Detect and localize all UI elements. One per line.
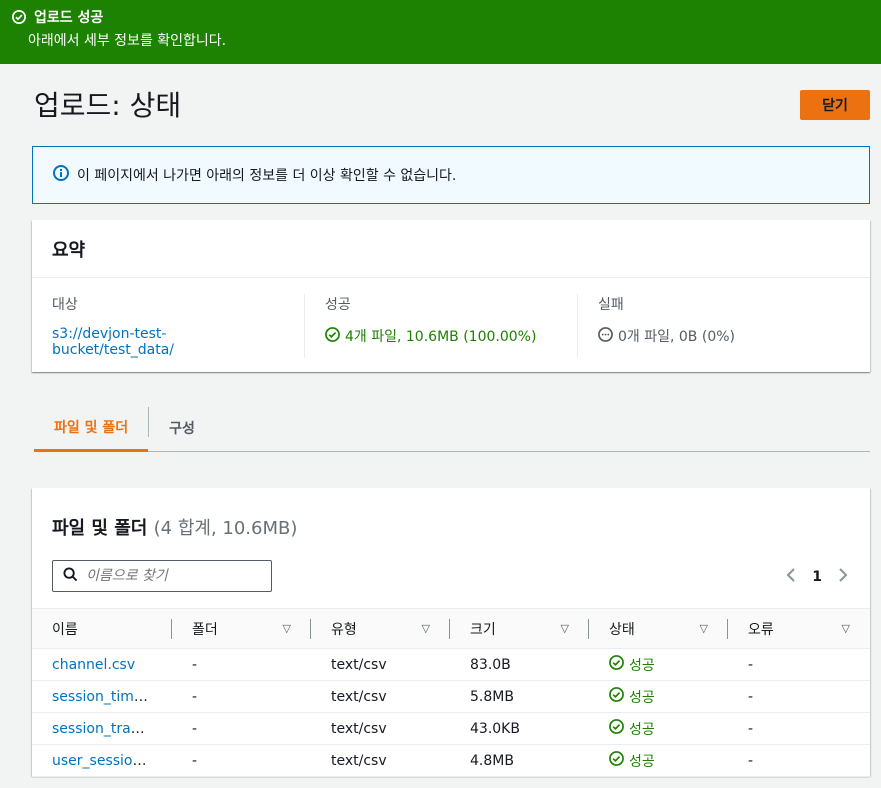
column-label: 상태 — [609, 621, 635, 638]
success-value: 4개 파일, 10.6MB (100.00%) — [345, 329, 537, 345]
summary-target: 대상 s3://devjon-test-bucket/test_data/ — [52, 294, 304, 358]
fail-value: 0개 파일, 0B (0%) — [618, 329, 735, 345]
folder-cell: - — [172, 744, 311, 777]
column-header-error[interactable]: 오류 ▽ — [728, 608, 870, 649]
column-label: 오류 — [748, 621, 774, 638]
flash-message: 아래에서 세부 정보를 확인합니다. — [28, 33, 227, 49]
status-text: 성공 — [629, 753, 655, 770]
summary-fail: 실패 0개 파일, 0B (0%) — [577, 294, 850, 358]
table-row: user_session… - text/csv 4.8MB 성공 - — [32, 744, 870, 777]
status-text: 성공 — [629, 689, 655, 706]
files-title: 파일 및 폴더 — [52, 518, 148, 539]
files-table: 이름 폴더 ▽ 유형 ▽ 크기 ▽ 상태 ▽ 오류 ▽ channel.csv - tex… — [32, 608, 870, 777]
check-circle-icon — [325, 326, 340, 346]
column-header-status[interactable]: 상태 ▽ — [589, 608, 728, 649]
column-header-name[interactable]: 이름 — [32, 608, 172, 649]
table-row: channel.csv - text/csv 83.0B 성공 - — [32, 648, 870, 681]
type-cell: text/csv — [311, 712, 450, 745]
file-name-link[interactable]: session_trans… — [52, 721, 161, 737]
file-name-link[interactable]: channel.csv — [52, 657, 135, 673]
column-label: 이름 — [52, 621, 78, 638]
error-cell: - — [728, 648, 870, 681]
check-circle-icon — [609, 655, 624, 674]
files-container: 파일 및 폴더 (4 합계, 10.6MB) 1 이름 폴더 ▽ 유형 ▽ 크기 ▽ … — [32, 488, 870, 777]
close-button[interactable]: 닫기 — [800, 90, 870, 120]
search-field[interactable] — [52, 560, 272, 592]
type-cell: text/csv — [311, 680, 450, 713]
error-cell: - — [728, 744, 870, 777]
status-text: 성공 — [629, 657, 655, 674]
size-cell: 43.0KB — [450, 712, 589, 745]
status-cell: 성공 — [589, 680, 728, 713]
pagination: 1 — [786, 566, 848, 587]
folder-cell: - — [172, 648, 311, 681]
check-circle-icon — [12, 10, 26, 24]
files-header: 파일 및 폴더 (4 합계, 10.6MB) — [32, 488, 870, 540]
search-input[interactable] — [86, 568, 256, 584]
search-icon — [63, 566, 78, 586]
summary-title: 요약 — [32, 220, 870, 278]
table-row: session_time… - text/csv 5.8MB 성공 - — [32, 680, 870, 713]
summary-success: 성공 4개 파일, 10.6MB (100.00%) — [304, 294, 577, 358]
flash-title: 업로드 성공 — [34, 10, 104, 26]
column-label: 유형 — [331, 621, 357, 638]
status-cell: 성공 — [589, 648, 728, 681]
column-label: 크기 — [470, 621, 496, 638]
sort-caret-icon: ▽ — [282, 622, 291, 635]
summary-container: 요약 대상 s3://devjon-test-bucket/test_data/… — [32, 220, 870, 372]
info-text: 이 페이지에서 나가면 아래의 정보를 더 이상 확인할 수 없습니다. — [77, 168, 457, 184]
info-alert: 이 페이지에서 나가면 아래의 정보를 더 이상 확인할 수 없습니다. — [32, 146, 870, 204]
table-row: session_trans… - text/csv 43.0KB 성공 - — [32, 712, 870, 745]
page-number[interactable]: 1 — [812, 569, 822, 585]
status-cell: 성공 — [589, 744, 728, 777]
error-cell: - — [728, 712, 870, 745]
column-header-size[interactable]: 크기 ▽ — [450, 608, 589, 649]
fail-label: 실패 — [598, 297, 624, 313]
column-header-folder[interactable]: 폴더 ▽ — [172, 608, 311, 649]
column-label: 폴더 — [192, 621, 218, 638]
sort-caret-icon: ▽ — [699, 622, 708, 635]
chevron-right-icon[interactable] — [838, 566, 848, 587]
error-cell: - — [728, 680, 870, 713]
success-label: 성공 — [325, 297, 351, 313]
check-circle-icon — [609, 687, 624, 706]
target-label: 대상 — [52, 297, 78, 313]
chevron-left-icon[interactable] — [786, 566, 796, 587]
sort-caret-icon: ▽ — [421, 622, 430, 635]
check-circle-icon — [609, 751, 624, 770]
tab-list: 파일 및 폴더 구성 — [34, 404, 870, 452]
type-cell: text/csv — [311, 648, 450, 681]
type-cell: text/csv — [311, 744, 450, 777]
tab-files-folders[interactable]: 파일 및 폴더 — [34, 404, 149, 452]
tab-configuration[interactable]: 구성 — [149, 404, 215, 451]
page-title: 업로드: 상태 — [34, 89, 182, 122]
target-link[interactable]: s3://devjon-test-bucket/test_data/ — [52, 326, 174, 358]
status-text: 성공 — [629, 721, 655, 738]
folder-cell: - — [172, 712, 311, 745]
size-cell: 5.8MB — [450, 680, 589, 713]
size-cell: 4.8MB — [450, 744, 589, 777]
success-flashbar: 업로드 성공 아래에서 세부 정보를 확인합니다. — [0, 0, 881, 64]
size-cell: 83.0B — [450, 648, 589, 681]
table-header-row: 이름 폴더 ▽ 유형 ▽ 크기 ▽ 상태 ▽ 오류 ▽ — [32, 608, 870, 649]
sort-caret-icon: ▽ — [560, 622, 569, 635]
file-name-link[interactable]: user_session… — [52, 753, 155, 769]
ellipsis-circle-icon — [598, 326, 613, 346]
status-cell: 성공 — [589, 712, 728, 745]
files-count: (4 합계, 10.6MB) — [153, 518, 298, 539]
file-name-link[interactable]: session_time… — [52, 689, 156, 705]
check-circle-icon — [609, 719, 624, 738]
column-header-type[interactable]: 유형 ▽ — [311, 608, 450, 649]
info-icon — [53, 165, 69, 185]
sort-caret-icon: ▽ — [841, 622, 850, 635]
folder-cell: - — [172, 680, 311, 713]
